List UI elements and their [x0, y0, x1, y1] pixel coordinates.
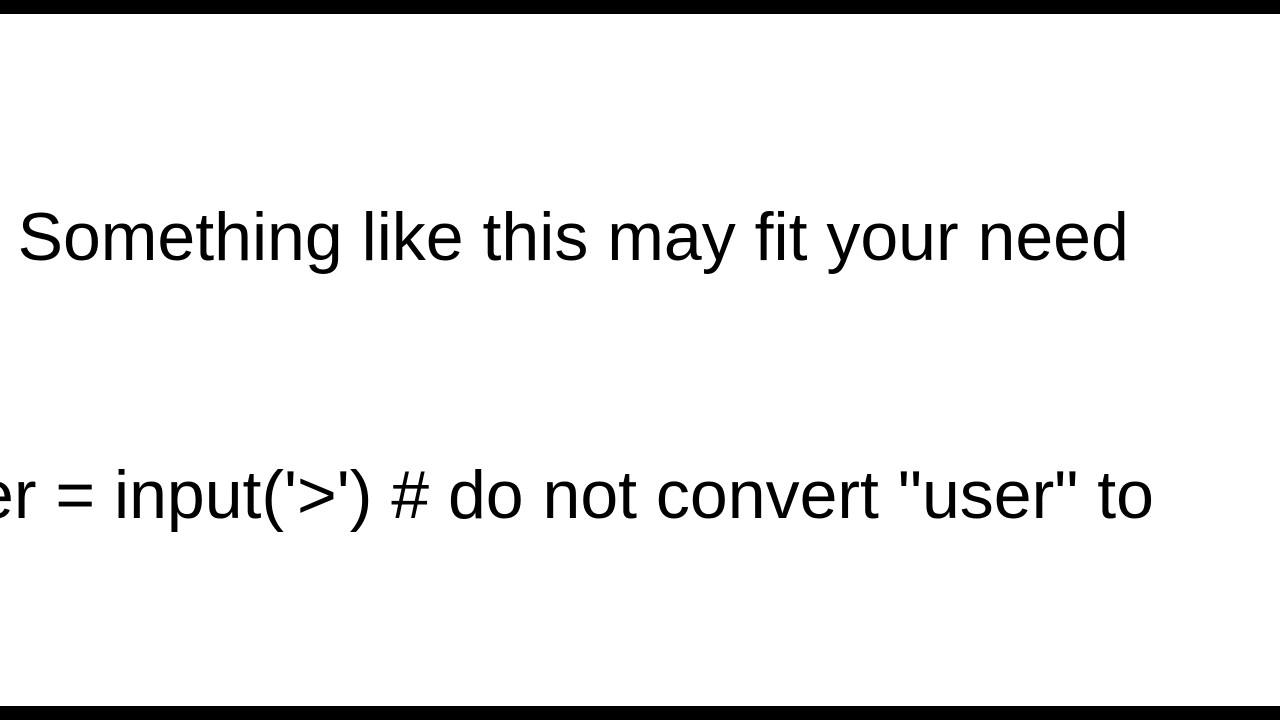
code-explanation-text: 3: Something like this may fit your need… — [0, 22, 1166, 720]
cropped-text-frame: 3: Something like this may fit your need… — [0, 0, 1280, 720]
text-line: 3: Something like this may fit your need — [0, 194, 1166, 280]
text-line: if user in string.ascii_lowercase: # if … — [0, 710, 1166, 720]
text-line: ser = input('>') # do not convert "user"… — [0, 452, 1166, 538]
